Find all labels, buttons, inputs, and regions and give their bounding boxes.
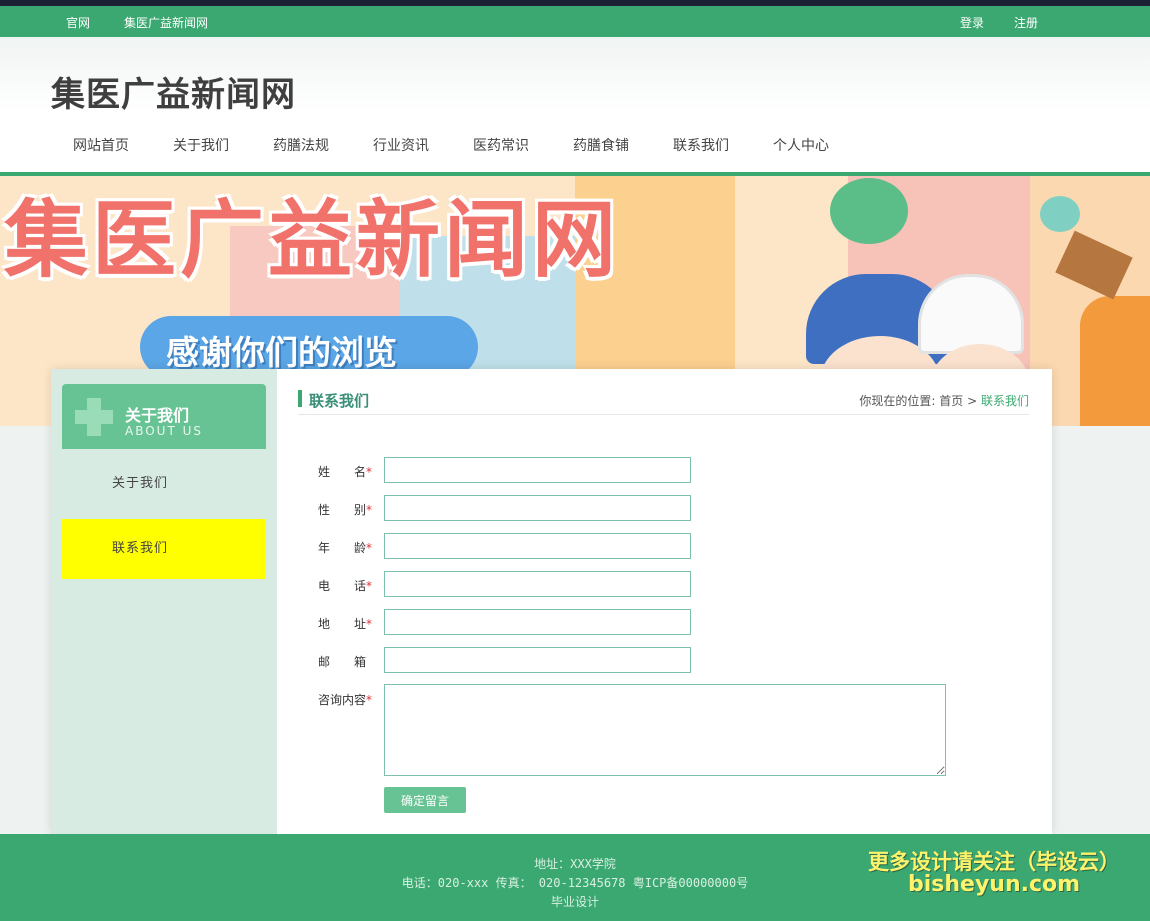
inquiry-textarea[interactable] xyxy=(384,684,946,776)
nav-item-diet-shop[interactable]: 药膳食铺 xyxy=(551,135,651,155)
title-accent-bar xyxy=(298,390,302,407)
required-mark: * xyxy=(366,503,373,517)
gender-input[interactable] xyxy=(384,495,691,521)
virus-illustration xyxy=(1040,196,1080,232)
login-link[interactable]: 登录 xyxy=(960,14,984,31)
gender-label-text: 性 别 xyxy=(318,503,367,517)
phone-label: 电 话* xyxy=(318,577,376,594)
breadcrumb-bar: 联系我们 你现在的位置: 首页 > 联系我们 xyxy=(298,389,1029,415)
sidebar-title-en: ABOUT US xyxy=(125,424,204,438)
address-input[interactable] xyxy=(384,609,691,635)
required-mark: * xyxy=(366,579,373,593)
required-mark: * xyxy=(366,617,373,631)
breadcrumb-current[interactable]: 联系我们 xyxy=(981,394,1029,408)
email-label-text: 邮 箱 xyxy=(318,655,367,669)
name-label-text: 姓 名 xyxy=(318,465,367,479)
page-title: 联系我们 xyxy=(309,392,370,410)
phone-input[interactable] xyxy=(384,571,691,597)
top-bar: 官网 集医广益新闻网 登录 注册 xyxy=(0,6,1150,37)
address-label: 地 址* xyxy=(318,615,376,632)
site-title: 集医广益新闻网 xyxy=(51,75,296,115)
required-mark: * xyxy=(366,465,373,479)
inquiry-label: 咨询内容* xyxy=(318,691,376,708)
virus-illustration xyxy=(830,178,908,244)
breadcrumb-prefix: 你现在的位置: xyxy=(859,394,936,408)
nav-item-contact[interactable]: 联系我们 xyxy=(651,135,751,155)
required-mark: * xyxy=(366,541,373,555)
top-link-site[interactable]: 集医广益新闻网 xyxy=(124,14,208,31)
nav-item-home[interactable]: 网站首页 xyxy=(51,135,151,155)
address-label-text: 地 址 xyxy=(318,617,367,631)
banner-title: 集医广益新闻网 xyxy=(4,191,621,289)
nav-item-industry-news[interactable]: 行业资讯 xyxy=(351,135,451,155)
watermark-line2: bisheyun.com xyxy=(908,872,1081,897)
email-label: 邮 箱 xyxy=(318,653,376,670)
content-panel: 关于我们 ABOUT US 关于我们 联系我们 联系我们 你现在的位置: 首页 … xyxy=(51,369,1052,834)
sidebar-header: 关于我们 ABOUT US xyxy=(62,384,266,449)
name-input[interactable] xyxy=(384,457,691,483)
breadcrumb-home[interactable]: 首页 xyxy=(939,394,963,408)
breadcrumb: 你现在的位置: 首页 > 联系我们 xyxy=(859,392,1029,409)
register-link[interactable]: 注册 xyxy=(1014,14,1038,31)
sidebar-item-contact[interactable]: 联系我们 xyxy=(62,519,266,579)
age-input[interactable] xyxy=(384,533,691,559)
required-mark: * xyxy=(366,693,373,707)
sidebar-title: 关于我们 xyxy=(125,406,190,425)
worker-illustration xyxy=(1080,296,1150,426)
phone-label-text: 电 话 xyxy=(318,579,367,593)
sidebar: 关于我们 ABOUT US 关于我们 联系我们 xyxy=(51,369,277,834)
submit-message-button[interactable]: 确定留言 xyxy=(384,787,466,813)
nav-item-medical-knowledge[interactable]: 医药常识 xyxy=(451,135,551,155)
nav-item-about[interactable]: 关于我们 xyxy=(151,135,251,155)
nav-item-profile[interactable]: 个人中心 xyxy=(751,135,851,155)
gender-label: 性 别* xyxy=(318,501,376,518)
email-input[interactable] xyxy=(384,647,691,673)
main-nav: 网站首页 关于我们 药膳法规 行业资讯 医药常识 药膳食铺 联系我们 个人中心 xyxy=(51,135,851,155)
banner-subtitle: 感谢你们的浏览 xyxy=(166,333,397,372)
top-link-official[interactable]: 官网 xyxy=(66,14,90,31)
site-header: 集医广益新闻网 网站首页 关于我们 药膳法规 行业资讯 医药常识 药膳食铺 联系… xyxy=(0,37,1150,172)
age-label: 年 龄* xyxy=(318,539,376,556)
nav-item-regulations[interactable]: 药膳法规 xyxy=(251,135,351,155)
inquiry-label-text: 咨询内容 xyxy=(318,693,367,707)
breadcrumb-separator: > xyxy=(967,394,978,408)
medical-cross-icon xyxy=(75,410,113,424)
age-label-text: 年 龄 xyxy=(318,541,367,555)
sidebar-item-about[interactable]: 关于我们 xyxy=(62,454,266,514)
main-content: 联系我们 你现在的位置: 首页 > 联系我们 姓 名* 性 别* 年 龄* 电 … xyxy=(277,369,1052,834)
name-label: 姓 名* xyxy=(318,463,376,480)
site-footer: 地址：XXX学院 电话：020-xxx 传真： 020-12345678 粤IC… xyxy=(0,834,1150,921)
